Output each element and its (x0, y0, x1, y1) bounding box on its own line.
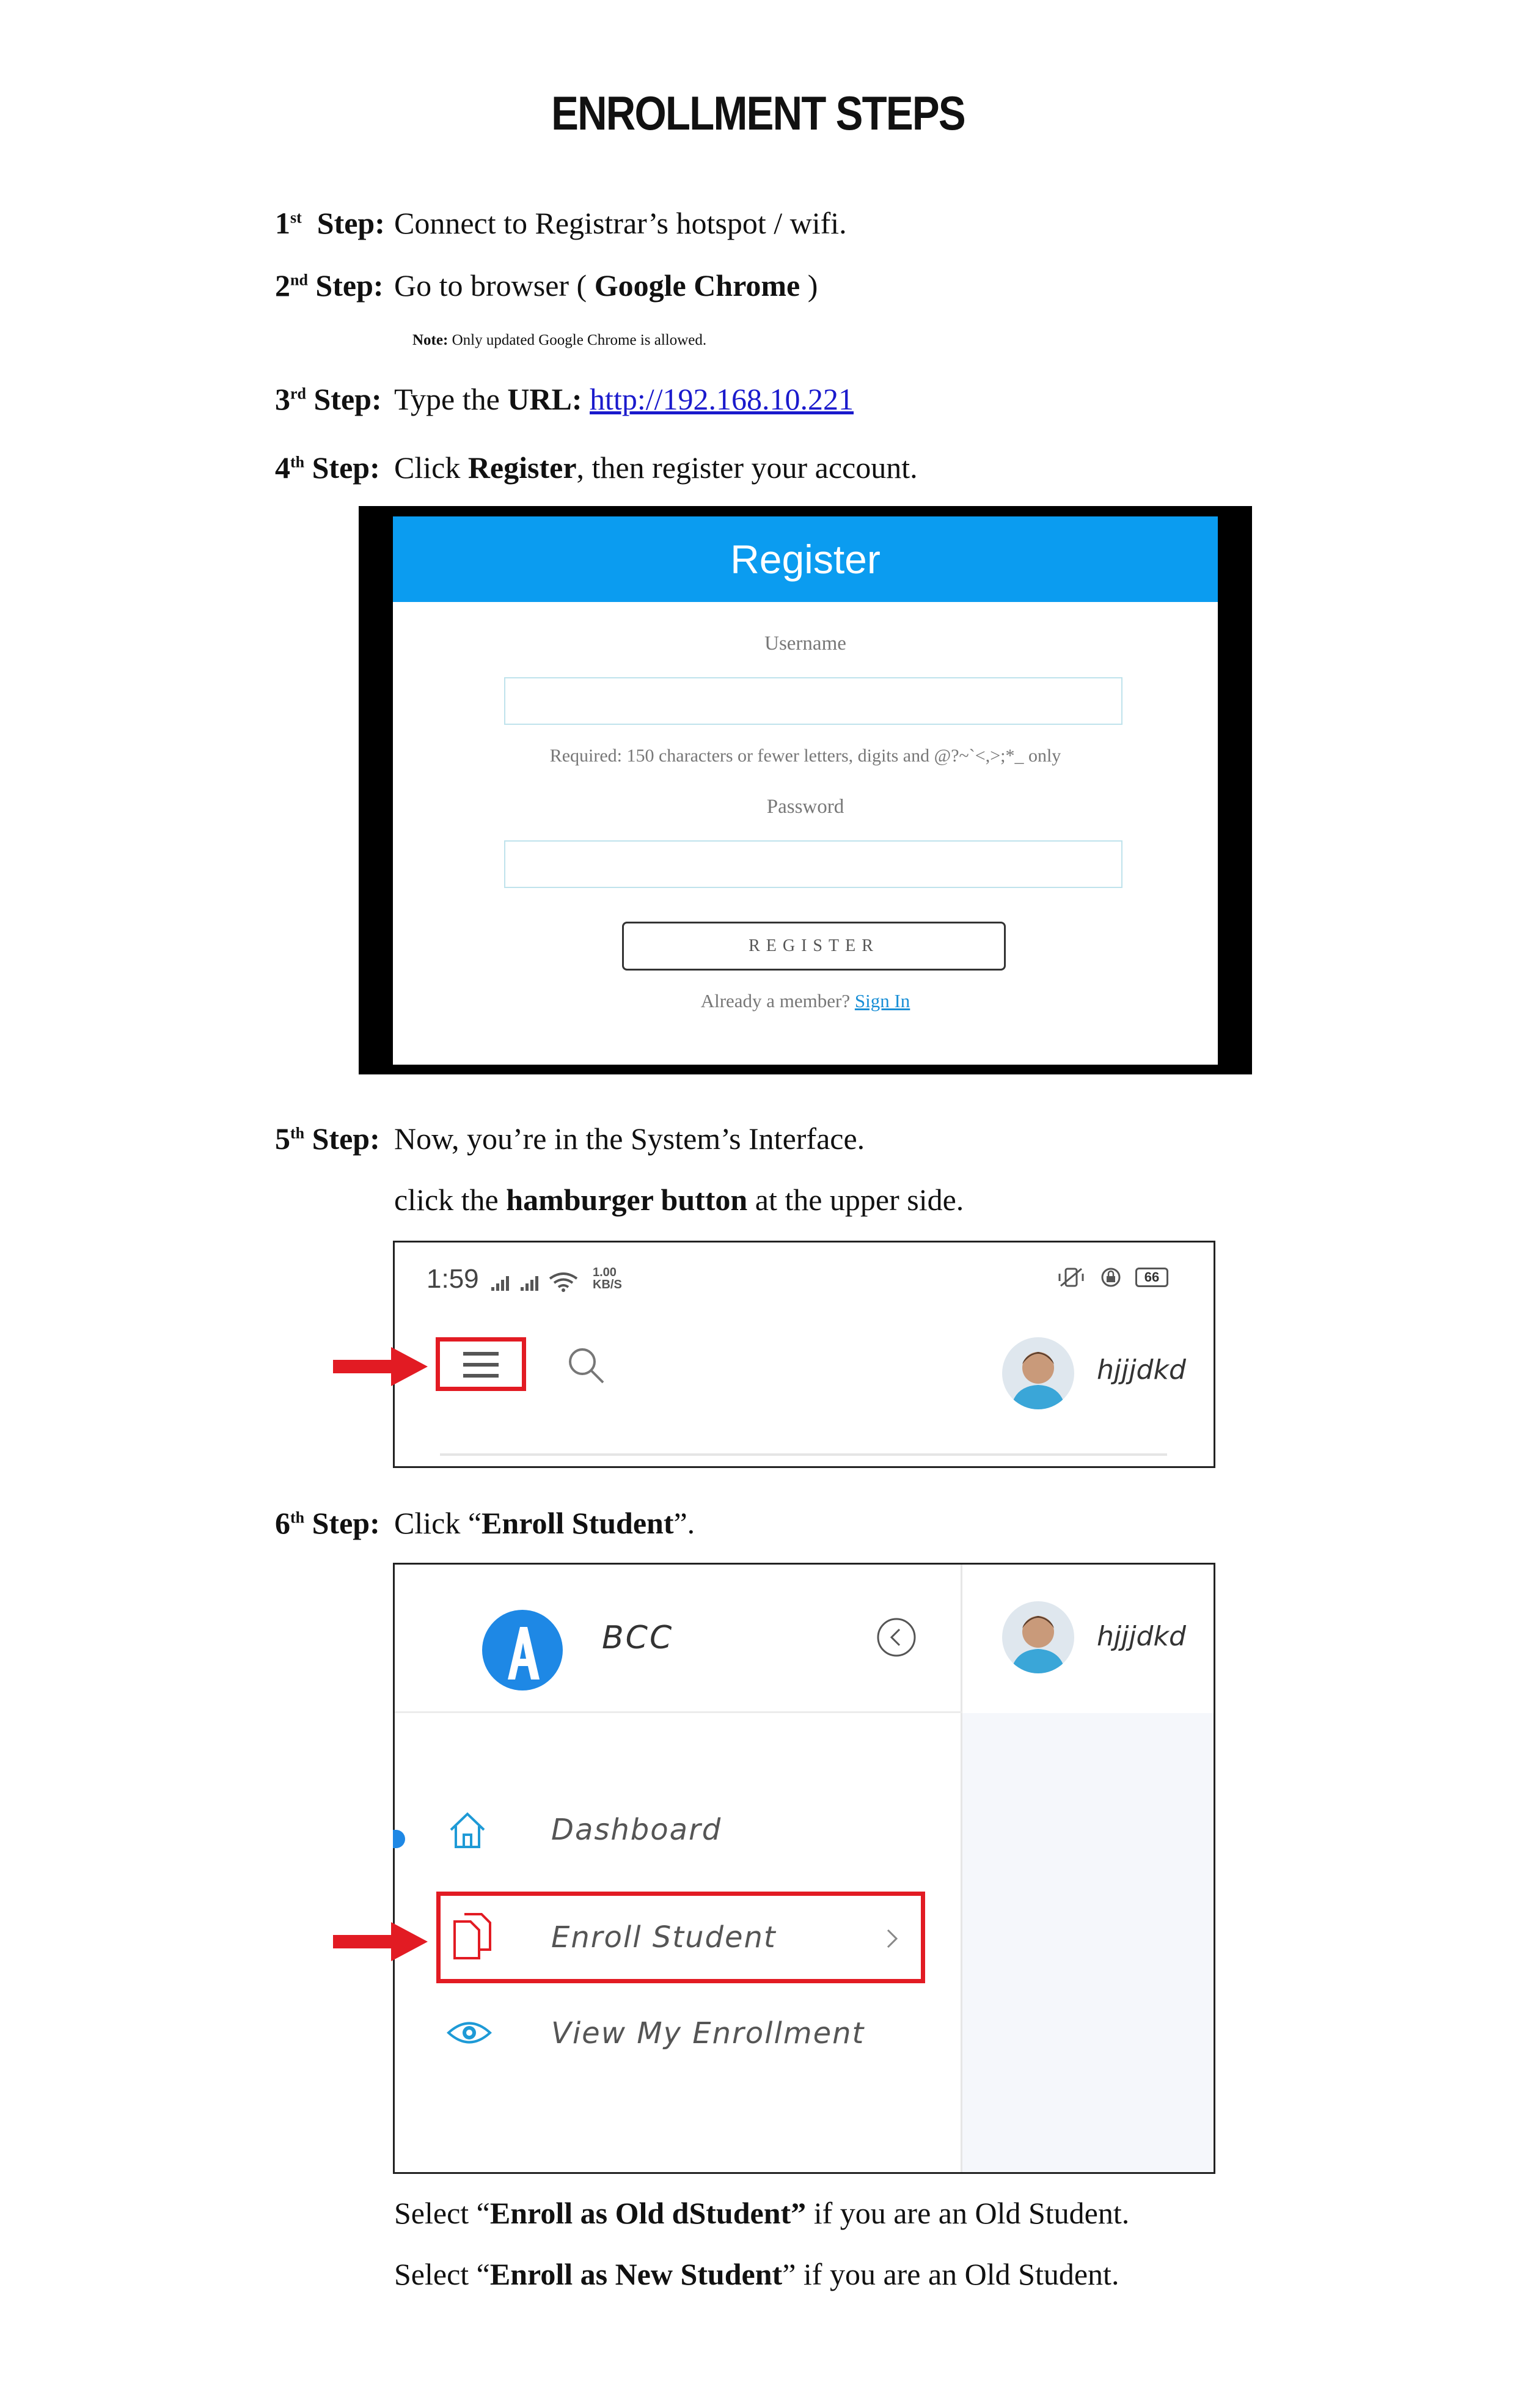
network-speed: 1.00 KB/S (593, 1266, 622, 1291)
document-icon (453, 1913, 491, 1959)
step-2-label: 2nd Step: (275, 268, 384, 303)
search-icon[interactable] (565, 1345, 608, 1387)
step-4-label: 4th Step: (275, 450, 380, 485)
home-icon (450, 1812, 485, 1848)
step-1-text: Connect to Registrar’s hotspot / wifi. (394, 206, 847, 240)
avatar[interactable] (1002, 1601, 1074, 1673)
sidebar-item-dashboard[interactable]: Dashboard (428, 1803, 953, 1870)
red-arrow-icon (391, 1922, 428, 1961)
signal-icon (491, 1272, 578, 1292)
arrow-shaft (333, 1935, 394, 1948)
sidebar-item-view-my-enrollment[interactable]: View My Enrollment (428, 2008, 953, 2075)
step-3-text: Type the URL: http://192.168.10.221 (394, 382, 854, 416)
topbar-divider (440, 1453, 1167, 1456)
step-6-text: Click “Enroll Student”. (394, 1506, 695, 1540)
chevron-right-icon (887, 1929, 898, 1948)
register-header: Register (393, 516, 1218, 602)
step-5-text-line2: click the hamburger button at the upper … (394, 1183, 964, 1217)
instruction-old-student: Select “Enroll as Old dStudent” if you a… (394, 2196, 1130, 2230)
sign-in-link[interactable]: Sign In (855, 990, 910, 1011)
sidebar-item-label: Dashboard (551, 1813, 722, 1847)
logo-icon (482, 1610, 563, 1690)
sidebar-item-enroll-student[interactable]: Enroll Student (440, 1902, 917, 1975)
step-5-text: Now, you’re in the System’s Interface. (394, 1121, 865, 1156)
arrow-shaft (333, 1360, 394, 1373)
step-1-label: 1st Step: (275, 206, 385, 240)
step-5-label: 5th Step: (275, 1121, 380, 1156)
register-button[interactable]: REGISTER (622, 922, 1006, 971)
step-4-text: Click Register, then register your accou… (394, 450, 918, 485)
username[interactable]: hjjjdkd (1097, 1354, 1186, 1386)
sidebar-divider (961, 1565, 962, 2172)
username-input[interactable] (504, 677, 1122, 725)
brand-name: BCC (602, 1620, 674, 1656)
step-6-label: 6th Step: (275, 1506, 380, 1540)
password-input[interactable] (504, 840, 1122, 888)
step-3-label: 3rd Step: (275, 382, 382, 416)
eye-icon (447, 2022, 492, 2044)
sidebar-item-label: View My Enrollment (551, 2016, 865, 2050)
vibrate-icon (1058, 1268, 1121, 1287)
page-title: ENROLLMENT STEPS (551, 86, 966, 140)
red-arrow-icon (391, 1347, 428, 1386)
instruction-new-student: Select “Enroll as New Student” if you ar… (394, 2257, 1119, 2291)
username-label: Username (764, 633, 846, 655)
step-2-text: Go to browser ( Google Chrome ) (394, 268, 818, 303)
avatar[interactable] (1002, 1337, 1074, 1409)
url-link[interactable]: http://192.168.10.221 (590, 382, 854, 416)
username-help-text: Required: 150 characters or fewer letter… (549, 746, 1061, 766)
collapse-icon[interactable] (875, 1616, 918, 1659)
step-2-note: Note: Only updated Google Chrome is allo… (412, 332, 707, 348)
hamburger-icon[interactable] (458, 1351, 504, 1381)
username[interactable]: hjjjdkd (1097, 1621, 1186, 1652)
sidebar-header-divider (395, 1711, 962, 1713)
battery-icon: 66 (1135, 1268, 1168, 1287)
password-label: Password (766, 796, 844, 818)
already-member-text: Already a member? Sign In (700, 990, 910, 1011)
status-time: 1:59 (427, 1264, 479, 1294)
sidebar-item-label: Enroll Student (551, 1920, 777, 1955)
